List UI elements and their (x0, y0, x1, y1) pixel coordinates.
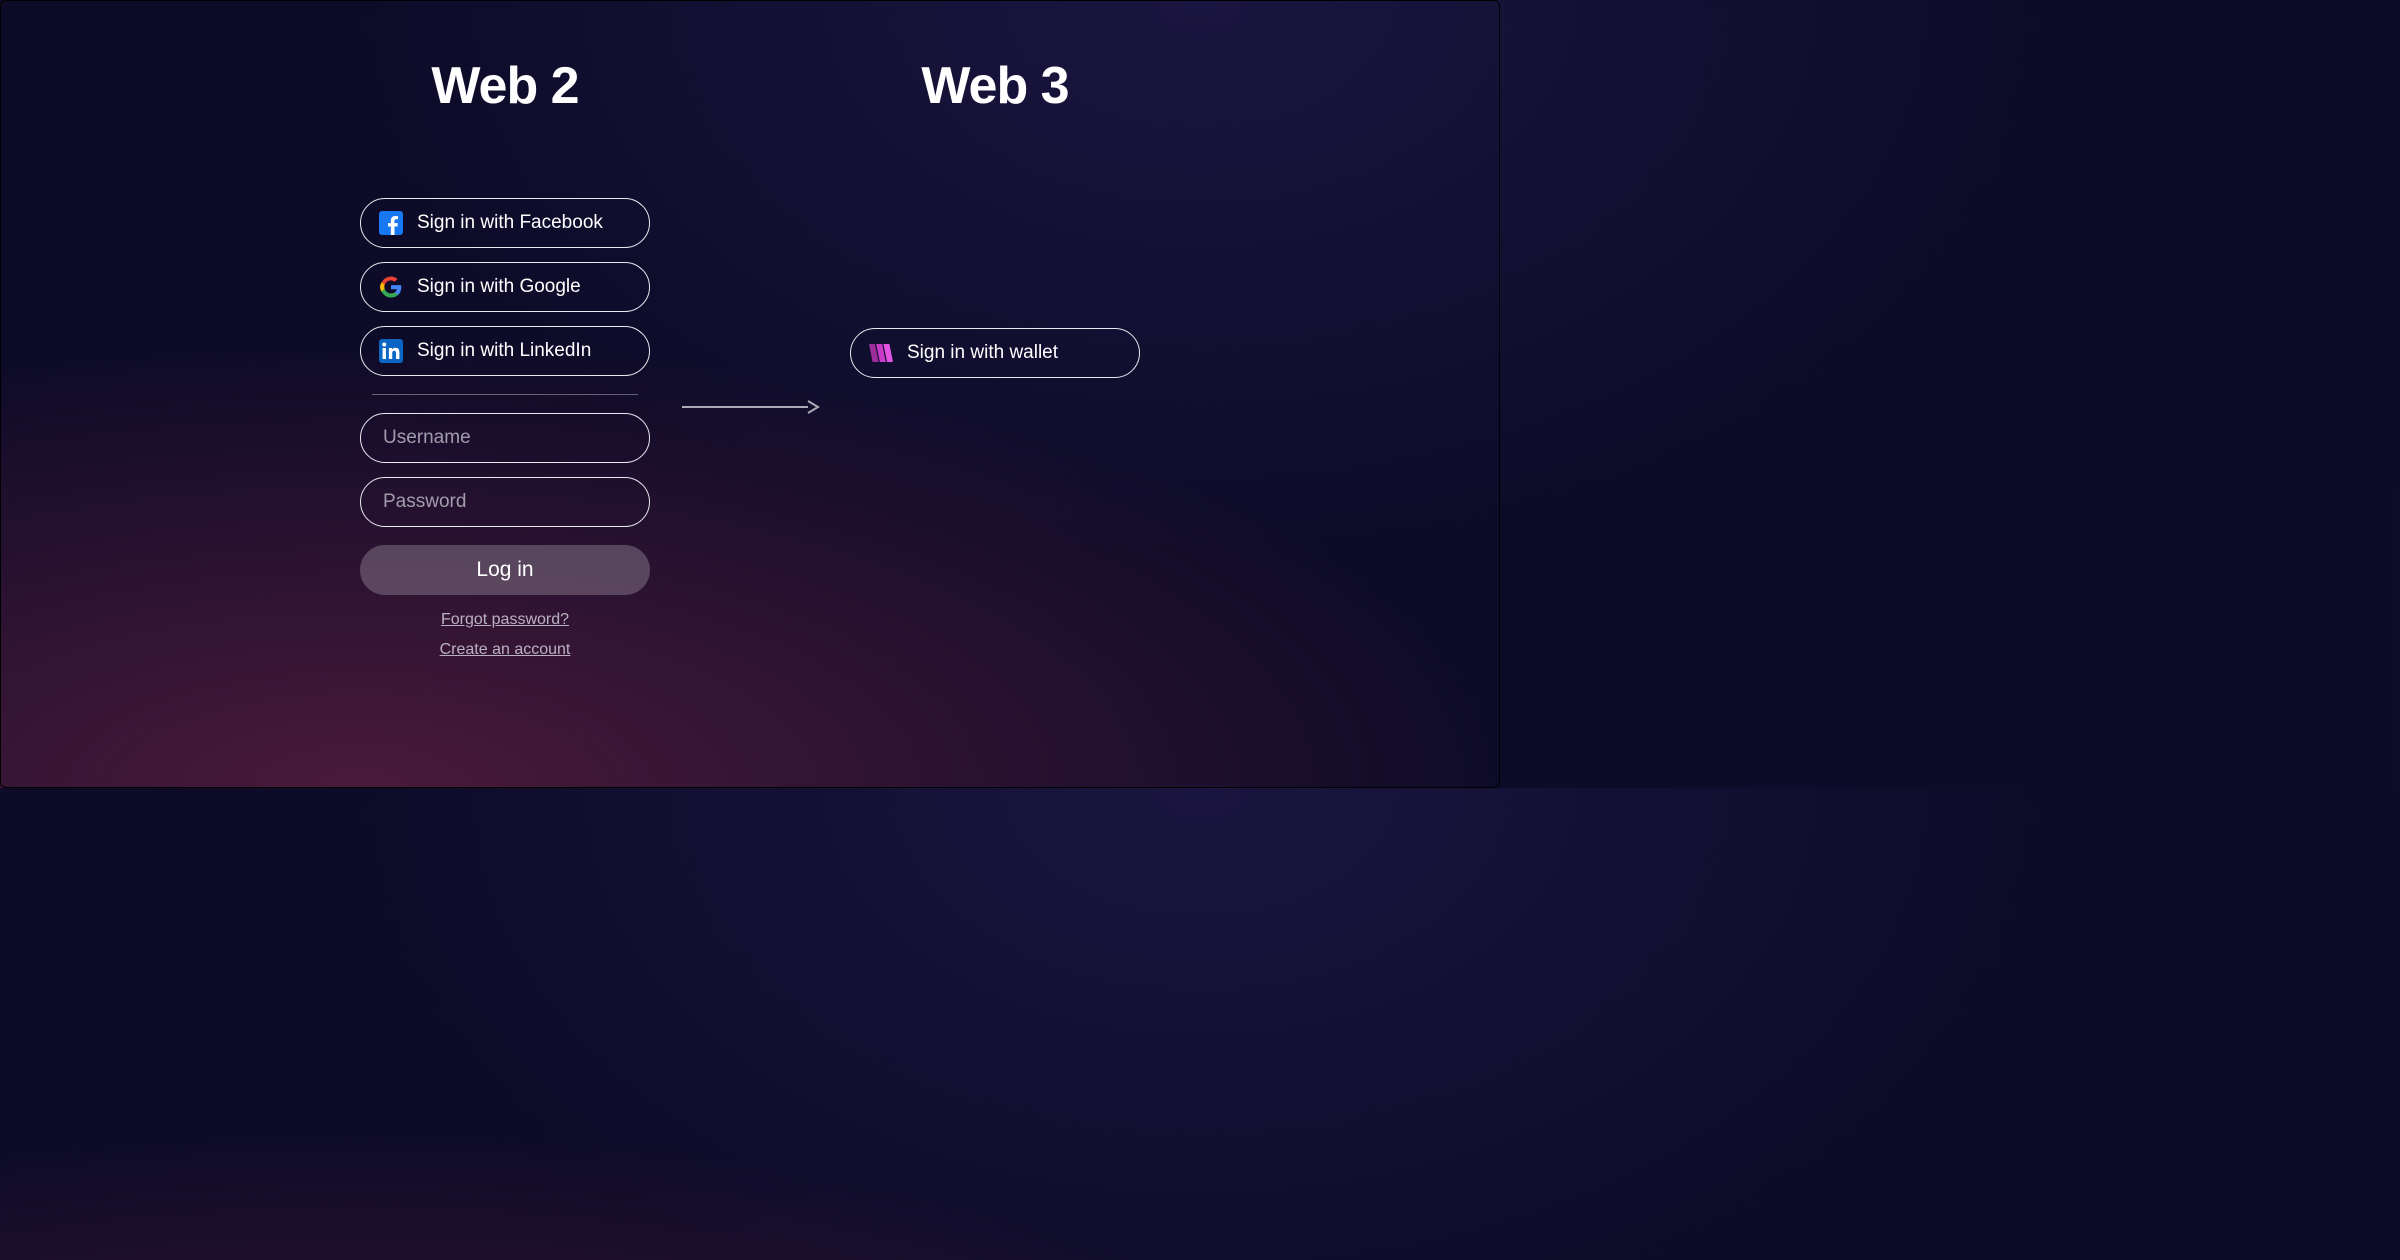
facebook-signin-label: Sign in with Facebook (417, 212, 603, 234)
create-account-link[interactable]: Create an account (440, 641, 571, 659)
google-signin-button[interactable]: Sign in with Google (360, 262, 650, 312)
divider (372, 394, 638, 395)
linkedin-signin-button[interactable]: Sign in with LinkedIn (360, 326, 650, 376)
web3-heading: Web 3 (921, 56, 1068, 116)
linkedin-signin-label: Sign in with LinkedIn (417, 340, 591, 362)
web2-stack: Sign in with Facebook Sign in with Googl… (360, 198, 650, 659)
facebook-icon (379, 211, 403, 235)
google-icon (379, 275, 403, 299)
web2-column: Web 2 Sign in with Facebook Sign in with… (355, 56, 655, 659)
wallet-icon (869, 341, 893, 365)
forgot-password-link[interactable]: Forgot password? (441, 611, 569, 629)
password-input[interactable] (360, 477, 650, 527)
web3-stack: Sign in with wallet (850, 328, 1140, 378)
facebook-signin-button[interactable]: Sign in with Facebook (360, 198, 650, 248)
web2-heading: Web 2 (431, 56, 578, 116)
google-signin-label: Sign in with Google (417, 276, 581, 298)
username-input[interactable] (360, 413, 650, 463)
arrow-icon (680, 397, 820, 417)
wallet-signin-button[interactable]: Sign in with wallet (850, 328, 1140, 378)
wallet-signin-label: Sign in with wallet (907, 342, 1058, 364)
web3-column: Web 3 Sign in with wallet (845, 56, 1145, 378)
linkedin-icon (379, 339, 403, 363)
login-button[interactable]: Log in (360, 545, 650, 595)
